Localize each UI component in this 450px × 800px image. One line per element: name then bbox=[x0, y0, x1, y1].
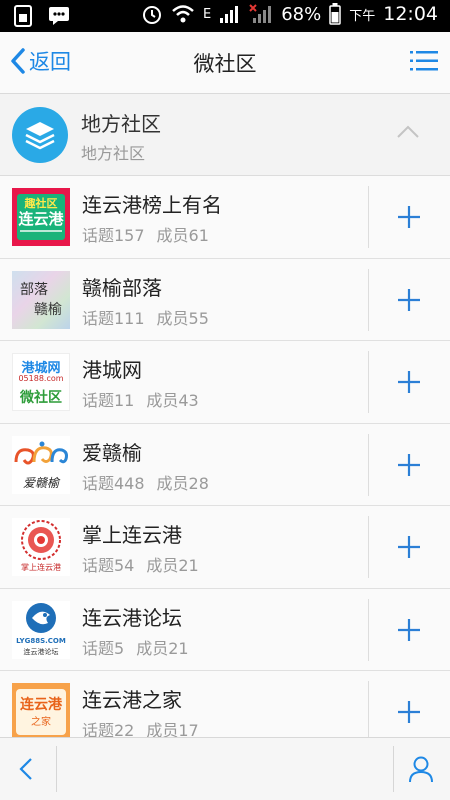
battery-icon bbox=[329, 3, 341, 25]
battery-percent: 68% bbox=[281, 3, 322, 25]
list-menu-icon bbox=[410, 51, 438, 71]
list-item[interactable]: 港城网 05188.com 微社区 港城网 话题11 成员43 bbox=[0, 341, 450, 424]
divider bbox=[56, 746, 57, 792]
divider bbox=[368, 433, 369, 496]
member-count: 成员43 bbox=[146, 391, 199, 410]
zhangshang-logo: 掌上连云港 bbox=[12, 518, 70, 576]
community-header[interactable]: 地方社区 地方社区 bbox=[0, 94, 450, 176]
list-item[interactable]: 趣社区 连云港 连云港榜上有名 话题157 成员61 bbox=[0, 176, 450, 259]
signal-icon bbox=[220, 6, 239, 23]
member-count: 成员55 bbox=[156, 308, 209, 328]
divider bbox=[368, 268, 369, 331]
layers-icon bbox=[12, 107, 68, 163]
bottom-toolbar bbox=[0, 737, 450, 800]
group-name: 港城网 bbox=[82, 358, 142, 382]
member-count: 成员28 bbox=[156, 473, 209, 493]
bottom-back-button[interactable] bbox=[16, 756, 36, 786]
group-name: 掌上连云港 bbox=[82, 523, 182, 547]
divider bbox=[368, 681, 369, 737]
nav-header: 返回 微社区 bbox=[0, 32, 450, 94]
group-name: 连云港榜上有名 bbox=[82, 193, 222, 217]
topic-count: 话题54 bbox=[82, 556, 135, 575]
topic-count: 话题111 bbox=[82, 308, 145, 328]
status-bar: E 68% 下午 12:04 bbox=[0, 0, 450, 32]
list-item[interactable]: 部落 赣榆 赣榆部落 话题111 成员55 bbox=[0, 258, 450, 341]
alarm-icon bbox=[142, 6, 161, 24]
ganyu-buluo-logo: 部落 赣榆 bbox=[12, 270, 70, 329]
topic-count: 话题157 bbox=[82, 226, 145, 245]
lianyungang-bang-logo: 趣社区 连云港 bbox=[12, 188, 70, 246]
wifi-icon bbox=[172, 5, 194, 23]
message-icon bbox=[49, 7, 69, 25]
divider bbox=[368, 516, 369, 578]
plus-icon[interactable] bbox=[396, 369, 422, 395]
group-name: 赣榆部落 bbox=[82, 275, 162, 300]
member-count: 成员17 bbox=[146, 721, 199, 737]
sim-card-icon bbox=[14, 5, 32, 27]
chevron-up-icon bbox=[397, 125, 419, 138]
divider bbox=[368, 351, 369, 413]
ai-ganyu-logo: 爱赣榆 bbox=[12, 435, 70, 494]
user-icon bbox=[409, 756, 433, 783]
plus-icon[interactable] bbox=[396, 617, 422, 643]
member-count: 成员21 bbox=[136, 638, 189, 658]
divider bbox=[368, 186, 369, 248]
am-pm-label: 下午 bbox=[349, 8, 376, 24]
plus-icon[interactable] bbox=[396, 452, 422, 478]
member-count: 成员21 bbox=[146, 556, 199, 575]
community-subtitle: 地方社区 bbox=[81, 144, 146, 163]
signal-no-service-icon bbox=[249, 4, 272, 23]
topic-count: 话题5 bbox=[82, 638, 125, 658]
group-name: 爱赣榆 bbox=[82, 440, 142, 465]
plus-icon[interactable] bbox=[396, 699, 422, 725]
group-name: 连云港论坛 bbox=[82, 605, 182, 630]
topic-count: 话题448 bbox=[82, 473, 145, 493]
list-item[interactable]: 爱赣榆 爱赣榆 话题448 成员28 bbox=[0, 423, 450, 506]
community-title: 地方社区 bbox=[81, 112, 161, 136]
collapse-button[interactable] bbox=[396, 124, 420, 143]
list-item[interactable]: 连云港 之家 连云港之家 话题22 成员17 bbox=[0, 671, 450, 737]
list-item[interactable]: 掌上连云港 掌上连云港 话题54 成员21 bbox=[0, 506, 450, 589]
plus-icon[interactable] bbox=[396, 204, 422, 230]
topic-count: 话题22 bbox=[82, 721, 135, 737]
menu-button[interactable] bbox=[410, 49, 438, 77]
lyg-zhijia-logo: 连云港 之家 bbox=[12, 683, 70, 737]
plus-icon[interactable] bbox=[396, 287, 422, 313]
clock-time: 12:04 bbox=[383, 3, 438, 25]
profile-button[interactable] bbox=[408, 755, 434, 787]
group-name: 连云港之家 bbox=[82, 688, 182, 712]
plus-icon[interactable] bbox=[396, 534, 422, 560]
list-item[interactable]: LYG88S.COM 连云港论坛 连云港论坛 话题5 成员21 bbox=[0, 588, 450, 671]
page-title: 微社区 bbox=[193, 52, 257, 76]
gangcheng-logo: 港城网 05188.com 微社区 bbox=[12, 353, 70, 411]
network-type-label: E bbox=[202, 6, 212, 22]
divider bbox=[393, 746, 394, 792]
chevron-left-icon bbox=[19, 758, 32, 780]
member-count: 成员61 bbox=[156, 226, 209, 245]
community-list: 趣社区 连云港 连云港榜上有名 话题157 成员61 部落 赣榆 赣榆部落 话题1… bbox=[0, 176, 450, 737]
lyg-luntan-logo: LYG88S.COM 连云港论坛 bbox=[12, 600, 70, 659]
topic-count: 话题11 bbox=[82, 391, 135, 410]
divider bbox=[368, 598, 369, 661]
